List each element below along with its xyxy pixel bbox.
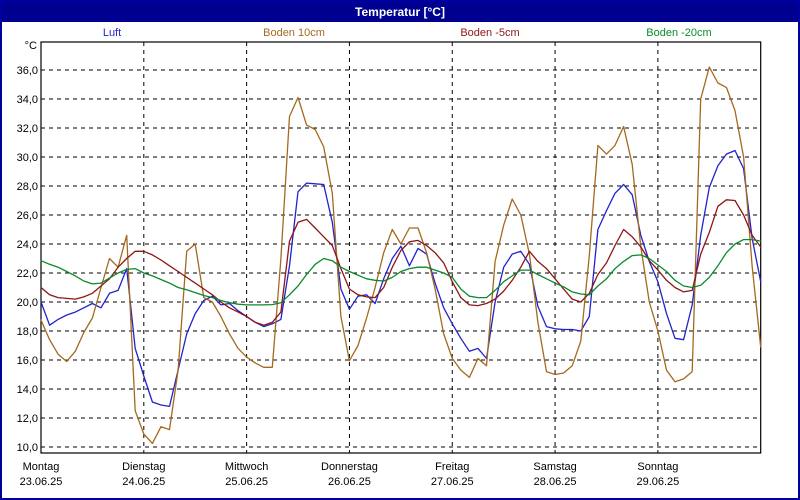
y-axis-unit-label: °C xyxy=(25,40,37,52)
x-axis-day-label: Samstag xyxy=(533,461,576,473)
y-axis-tick-label: 30,0 xyxy=(17,152,38,164)
x-axis-day-label: Mittwoch xyxy=(225,461,268,473)
x-axis-day-label: Montag xyxy=(23,461,60,473)
x-axis-date-label: 27.06.25 xyxy=(431,476,474,488)
temperature-chart: 36,0 34,0 32,0 30,0 28,0 26,0 24,0 22,0 20,0 18,0… xyxy=(17,40,762,488)
x-axis-date-label: 24.06.25 xyxy=(122,476,165,488)
series-boden-5cm xyxy=(40,199,762,326)
y-axis-tick-label: 10,0 xyxy=(17,442,38,454)
x-axis-date-label: 25.06.25 xyxy=(225,476,268,488)
y-axis-tick-label: 16,0 xyxy=(17,355,38,367)
x-axis-day-label: Sonntag xyxy=(637,461,678,473)
x-axis-day-label: Donnerstag xyxy=(321,461,378,473)
app-window: Temperatur [°C] Luft Boden 10cm Boden -5… xyxy=(0,0,800,500)
y-axis-tick-label: 32,0 xyxy=(17,123,38,135)
x-axis-date-label: 23.06.25 xyxy=(20,476,63,488)
y-axis-tick-label: 18,0 xyxy=(17,326,38,338)
y-axis-tick-label: 14,0 xyxy=(17,384,38,396)
series-luft xyxy=(40,149,762,408)
y-axis-tick-label: 12,0 xyxy=(17,413,38,425)
y-axis-tick-label: 28,0 xyxy=(17,181,38,193)
y-axis-tick-label: 36,0 xyxy=(17,65,38,77)
y-axis-tick-label: 34,0 xyxy=(17,94,38,106)
x-axis-date-label: 29.06.25 xyxy=(636,476,679,488)
y-axis-tick-label: 22,0 xyxy=(17,268,38,280)
x-axis-date-label: 26.06.25 xyxy=(328,476,371,488)
y-axis-tick-label: 26,0 xyxy=(17,210,38,222)
series-boden-10cm xyxy=(40,66,762,445)
y-axis-tick-label: 24,0 xyxy=(17,239,38,251)
x-axis-day-label: Dienstag xyxy=(122,461,165,473)
series-boden-20cm xyxy=(40,238,762,306)
x-axis-date-label: 28.06.25 xyxy=(534,476,577,488)
x-axis-day-label: Freitag xyxy=(435,461,469,473)
y-axis-tick-label: 20,0 xyxy=(17,297,38,309)
